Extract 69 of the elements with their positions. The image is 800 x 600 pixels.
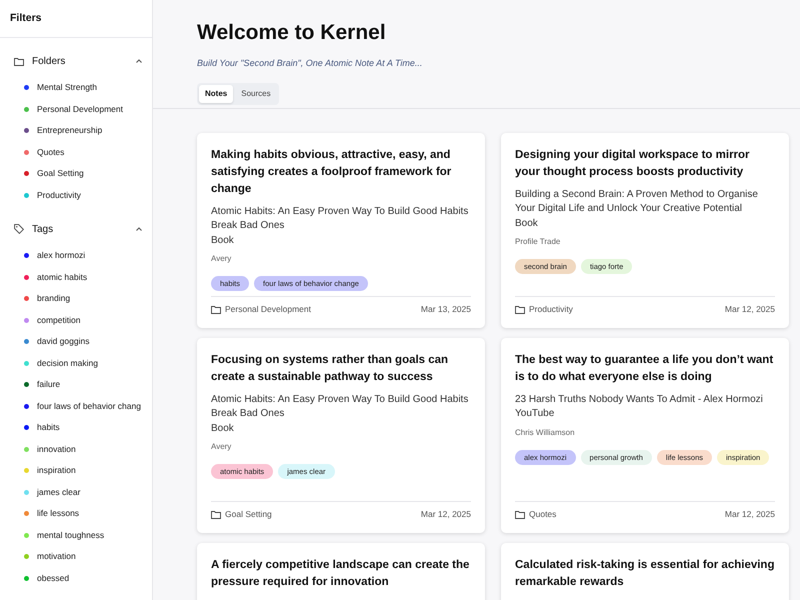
note-date: Mar 12, 2025	[724, 302, 775, 316]
note-card[interactable]: Calculated risk-taking is essential for achieving remarkable rewards	[501, 542, 789, 600]
filter-item[interactable]: david goggins	[0, 330, 152, 352]
filter-item[interactable]: Mental Strength	[0, 76, 152, 98]
source-title: Atomic Habits: An Easy Proven Way To Build Good Habits Break Bad Ones	[211, 204, 470, 234]
note-title: The best way to guarantee a life you don’t want is to do what everyone else is doing	[515, 352, 774, 385]
note-title: Focusing on systems rather than goals can create a sustainable pathway to success	[211, 352, 450, 385]
filter-item[interactable]: obessed	[0, 567, 152, 589]
filter-item[interactable]: innovation	[0, 438, 152, 460]
source-title: 23 Harsh Truths Nobody Wants To Admit - Alex Hormozi	[515, 392, 764, 407]
note-card[interactable]	[197, 132, 485, 328]
page-subtitle: Build Your "Second Brain", One Atomic Note At A Time...	[197, 57, 424, 70]
note-card[interactable]	[501, 132, 789, 328]
note-title: Designing your digital workspace to mirror your thought process boosts productivity	[515, 148, 751, 180]
tab[interactable]: Sources	[235, 84, 277, 103]
source-title: Atomic Habits: An Easy Proven Way To Build Good Habits Break Bad Ones	[211, 392, 470, 422]
section-title: Tags	[32, 222, 54, 237]
filter-item[interactable]: life lessons	[0, 502, 152, 524]
filter-item[interactable]: james clear	[0, 481, 152, 503]
tag-icon	[14, 224, 24, 234]
source-type: YouTube	[515, 407, 556, 422]
source-type: Book	[211, 422, 235, 436]
filter-item[interactable]: decision making	[0, 352, 152, 374]
note-date: Mar 12, 2025	[724, 508, 775, 521]
note-title: A fiercely competitive landscape can create the pressure required for innovation	[211, 558, 470, 590]
page-title: Welcome to Kernel	[197, 20, 387, 46]
folder-icon	[515, 304, 525, 314]
note-title: Calculated risk-taking is essential for achieving remarkable rewards	[515, 558, 775, 590]
folder-icon	[211, 510, 221, 519]
filter-item[interactable]: Goal Setting	[0, 162, 152, 184]
folder-label: Goal Setting	[225, 508, 272, 521]
source-type: Book	[515, 216, 539, 231]
folder-label: Quotes	[529, 508, 556, 521]
author-name: Profile Trade	[515, 236, 562, 248]
filter-item[interactable]: competition	[0, 309, 152, 331]
folder-label: Personal Development	[225, 302, 311, 316]
folder-label: Productivity	[529, 302, 573, 316]
filter-item[interactable]: Entrepreneurship	[0, 120, 152, 142]
section-title: Folders	[32, 54, 66, 69]
note-card[interactable]	[197, 338, 485, 533]
filter-item[interactable]: habits	[0, 416, 152, 438]
note-card[interactable]	[501, 338, 789, 533]
note-card[interactable]: A fiercely competitive landscape can create the pressure required for innovation	[197, 542, 485, 600]
note-date: Mar 13, 2025	[420, 302, 471, 316]
filter-item[interactable]: Productivity	[0, 184, 152, 206]
filter-item[interactable]: Quotes	[0, 141, 152, 163]
folder-icon	[211, 304, 221, 314]
folder-icon	[14, 56, 24, 66]
filter-item[interactable]: atomic habits	[0, 266, 152, 288]
folder-icon	[515, 510, 525, 519]
note-date: Mar 12, 2025	[420, 508, 471, 521]
filter-item[interactable]: mental toughness	[0, 524, 152, 546]
filter-item[interactable]: inspiration	[0, 460, 152, 482]
filter-item[interactable]: Personal Development	[0, 98, 152, 120]
author-name: Avery	[211, 253, 232, 266]
author-name: Chris Williamson	[515, 426, 576, 439]
filter-item[interactable]: branding	[0, 288, 152, 310]
note-title: Making habits obvious, attractive, easy, and satisfying creates a foolproof framework for change	[211, 148, 452, 197]
chevron-up-icon[interactable]	[136, 59, 142, 64]
tab[interactable]: Notes	[199, 84, 234, 103]
author-name: Avery	[211, 441, 232, 454]
filter-item[interactable]: motivation	[0, 546, 152, 568]
chevron-up-icon[interactable]	[136, 227, 142, 232]
filter-item[interactable]: alex hormozi	[0, 244, 152, 266]
sidebar-title: Filters	[0, 0, 152, 38]
source-type: Book	[211, 234, 235, 248]
filter-item[interactable]: four laws of behavior chang	[0, 395, 152, 417]
filter-item[interactable]: failure	[0, 374, 152, 396]
source-title: Building a Second Brain: A Proven Method to Organise Your Digital Life and Unlock Your Creative Potential	[515, 188, 759, 216]
